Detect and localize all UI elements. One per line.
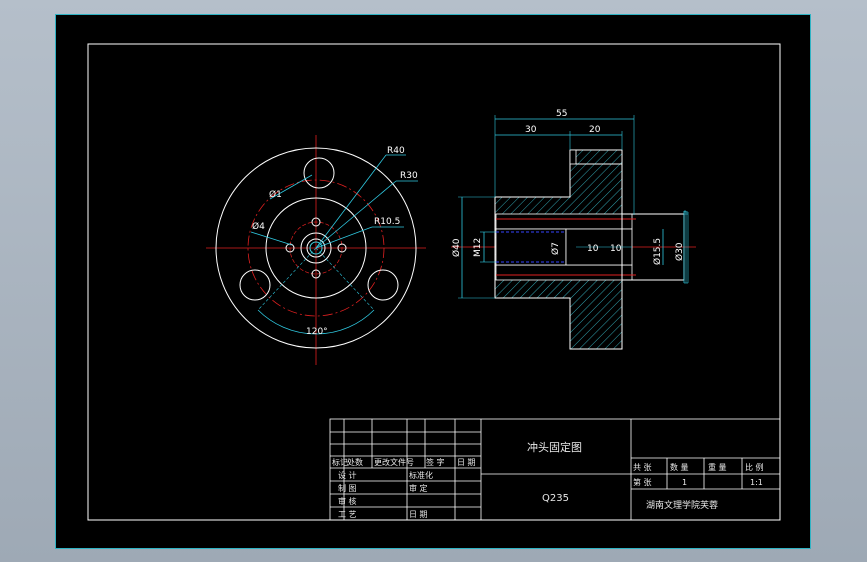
inner-frame xyxy=(87,43,781,521)
dim-dia30: Ø30 xyxy=(674,242,685,261)
dim-angle: 120° xyxy=(306,327,328,337)
dim-10-a: 10 xyxy=(587,244,599,254)
dim-phi1: Ø1 xyxy=(269,189,282,200)
tb-draw: 制 图 xyxy=(338,483,357,493)
r40-leader xyxy=(315,154,387,249)
tb-header-mark: 标记 xyxy=(332,457,348,467)
r30-leader xyxy=(315,180,397,249)
tb-process: 工 艺 xyxy=(338,510,357,519)
tb-qty-value: 1 xyxy=(682,478,687,487)
phi4-leader xyxy=(250,231,293,246)
drawing-sheet: R40 R30 R10.5 Ø1 Ø4 120° 55 30 20 Ø40 M1… xyxy=(55,14,811,549)
bore-upper xyxy=(495,213,633,230)
dim-55: 55 xyxy=(556,109,567,119)
tb-review: 审 定 xyxy=(409,483,428,493)
mount-hole-left xyxy=(239,269,271,301)
tb-weight: 重 量 xyxy=(708,462,727,472)
dim-phi7: Ø7 xyxy=(550,242,561,255)
bore-lower xyxy=(495,264,633,281)
tb-scale-value: 1:1 xyxy=(750,478,763,487)
tb-header-signature: 签 字 xyxy=(426,457,445,467)
dim-30: 30 xyxy=(525,125,537,135)
tb-sheet: 第 张 xyxy=(633,477,652,487)
front-view: R40 R30 R10.5 Ø1 Ø4 120° xyxy=(206,135,426,365)
mount-hole-right xyxy=(367,269,399,301)
tb-design: 设 计 xyxy=(338,470,357,480)
tb-scale-label: 比 例 xyxy=(745,462,764,472)
dim-dia40: Ø40 xyxy=(451,238,462,257)
side-view: 55 30 20 Ø40 M12 Ø7 10 10 Ø15.5 Ø30 xyxy=(451,109,696,350)
tb-header-count: 处数 xyxy=(347,457,363,467)
drawing-canvas: R40 R30 R10.5 Ø1 Ø4 120° 55 30 20 Ø40 M1… xyxy=(87,43,781,521)
dim-10-b: 10 xyxy=(610,244,622,254)
material: Q235 xyxy=(542,493,569,504)
drawing-title: 冲头固定图 xyxy=(527,440,582,454)
cad-viewport: R40 R30 R10.5 Ø1 Ø4 120° 55 30 20 Ø40 M1… xyxy=(0,0,867,562)
dim-20: 20 xyxy=(589,125,601,135)
tb-date2: 日 期 xyxy=(409,510,428,519)
dim-phi4: Ø4 xyxy=(252,221,265,232)
dim-phi15-5: Ø15.5 xyxy=(652,238,663,265)
tb-qty: 数 量 xyxy=(670,462,689,472)
dim-r30: R30 xyxy=(400,171,418,181)
tb-standardize: 标准化 xyxy=(409,470,433,480)
tb-header-change-doc: 更改文件号 xyxy=(374,457,414,467)
dim-m12: M12 xyxy=(473,238,483,257)
tb-check: 审 核 xyxy=(338,496,357,506)
tb-total: 共 张 xyxy=(633,463,652,472)
school-name: 湖南文理学院芙蓉 xyxy=(646,499,718,511)
tb-header-date: 日 期 xyxy=(457,458,476,467)
dim-r40: R40 xyxy=(387,146,405,156)
mount-hole-top xyxy=(303,157,335,189)
dim-r10-5: R10.5 xyxy=(374,217,400,227)
